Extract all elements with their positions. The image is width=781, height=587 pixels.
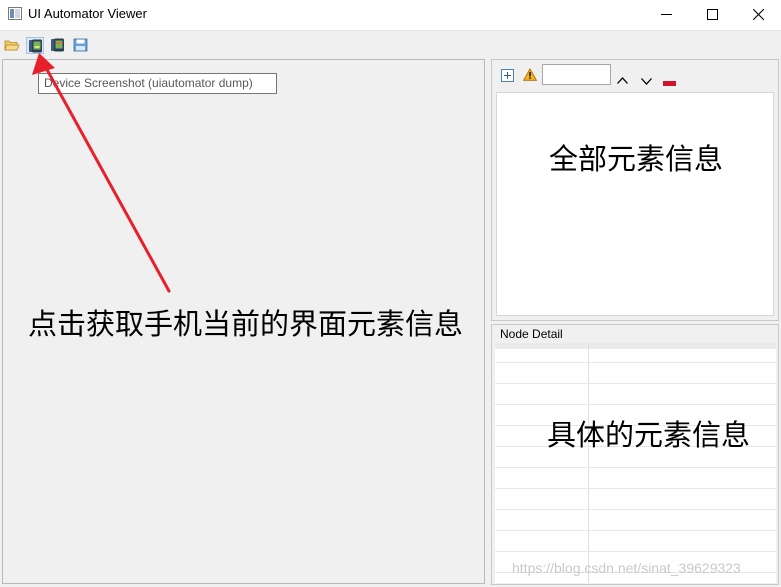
device-screenshot-compressed-button[interactable] (49, 37, 67, 54)
title-bar: UI Automator Viewer (0, 0, 781, 31)
table-row (495, 530, 776, 531)
toolbar-tooltip: Device Screenshot (uiautomator dump) (38, 73, 277, 94)
save-button[interactable] (72, 37, 90, 54)
hierarchy-panel (491, 59, 779, 321)
open-button[interactable] (3, 37, 21, 54)
annotation-capture-label: 点击获取手机当前的界面元素信息 (28, 307, 464, 341)
device-screenshot-button[interactable] (26, 37, 44, 54)
annotation-detail-label: 具体的元素信息 (547, 418, 751, 452)
app-icon (8, 7, 22, 20)
main-toolbar (0, 31, 781, 58)
next-icon (641, 78, 652, 85)
maximize-icon (707, 9, 718, 20)
table-header (495, 343, 776, 349)
table-row (495, 404, 776, 405)
warning-icon (522, 67, 538, 81)
device-screenshot-icon (29, 39, 42, 53)
column-divider (588, 343, 589, 583)
annotation-tree-label: 全部元素信息 (549, 142, 724, 176)
minimize-button[interactable] (643, 0, 689, 30)
save-icon (73, 38, 88, 52)
hierarchy-tree[interactable] (496, 92, 774, 316)
table-row (495, 362, 776, 363)
expand-all-button[interactable] (501, 69, 514, 87)
close-button[interactable] (735, 0, 781, 30)
open-folder-icon (4, 40, 20, 51)
node-detail-table[interactable] (495, 343, 776, 583)
table-row (495, 383, 776, 384)
node-detail-panel: Node Detail (491, 324, 779, 585)
device-screenshot-compressed-icon (51, 38, 64, 52)
warning-button[interactable] (522, 67, 538, 86)
watermark: https://blog.csdn.net/sinat_39629323 (512, 560, 741, 576)
previous-icon (617, 77, 628, 84)
next-button[interactable] (641, 72, 652, 90)
window-title: UI Automator Viewer (28, 6, 147, 21)
expand-all-icon (501, 69, 514, 82)
clear-icon (663, 81, 676, 86)
minimize-icon (661, 14, 672, 15)
node-detail-label: Node Detail (500, 327, 563, 341)
clear-button[interactable] (663, 73, 676, 91)
maximize-button[interactable] (689, 0, 735, 30)
hierarchy-toolbar (492, 60, 778, 91)
close-icon (753, 9, 764, 20)
previous-button[interactable] (617, 71, 628, 89)
table-row (495, 509, 776, 510)
table-row (495, 551, 776, 552)
filter-input[interactable] (542, 64, 611, 85)
table-row (495, 467, 776, 468)
table-row (495, 488, 776, 489)
